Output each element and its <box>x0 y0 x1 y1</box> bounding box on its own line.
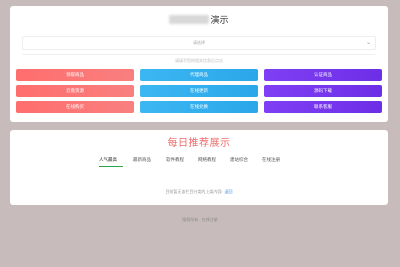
back-link[interactable]: 返回 <box>225 189 233 194</box>
main-card: 演示 请选择 ⌄ 请填写您的相关信息后点击 领取商品 代理商品 认证商品 云盘资… <box>10 6 388 122</box>
tab-online-register[interactable]: 在线注册 <box>262 156 280 164</box>
category-select[interactable]: 请选择 ⌄ <box>22 36 376 50</box>
cloud-resource-button[interactable]: 云盘资源 <box>16 85 134 97</box>
empty-notice-text: 目前暂无该栏目分类的上架内容! <box>165 189 223 194</box>
tab-site-building[interactable]: 建站综合 <box>230 156 248 164</box>
category-select-value: 请选择 <box>193 40 205 45</box>
blurred-site-name <box>169 15 210 25</box>
tab-newest[interactable]: 最新商品 <box>133 156 151 164</box>
certified-goods-button[interactable]: 认证商品 <box>264 69 382 81</box>
chevron-down-icon: ⌄ <box>365 40 371 46</box>
form-hint: 请填写您的相关信息后点击 <box>175 58 223 63</box>
source-download-button[interactable]: 源码下载 <box>264 85 382 97</box>
page-title: 演示 <box>10 11 388 27</box>
claim-goods-button[interactable]: 领取商品 <box>16 69 134 81</box>
tab-network-tutorials[interactable]: 网络教程 <box>198 156 216 164</box>
active-tab-underline <box>99 166 123 167</box>
empty-notice: 目前暂无该栏目分类的上架内容! 返回 <box>10 189 388 195</box>
tab-software-tutorials[interactable]: 软件教程 <box>166 156 184 164</box>
online-update-button[interactable]: 在线更新 <box>140 85 258 97</box>
tab-popular[interactable]: 人气最高 <box>99 156 117 164</box>
recommend-card: 每日推荐展示 人气最高 最新商品 软件教程 网络教程 建站综合 在线注册 目前暂… <box>10 130 388 205</box>
divider <box>22 54 376 55</box>
contact-support-button[interactable]: 联系客服 <box>264 101 382 113</box>
recommend-title: 每日推荐展示 <box>167 138 231 149</box>
online-purchase-button[interactable]: 在线购买 <box>16 101 134 113</box>
agent-goods-button[interactable]: 代理商品 <box>140 69 258 81</box>
page-title-text: 演示 <box>210 15 229 26</box>
online-exchange-button[interactable]: 在线兑换 <box>140 101 258 113</box>
footer-text: 版权所有 · 在线注册 <box>182 217 218 222</box>
